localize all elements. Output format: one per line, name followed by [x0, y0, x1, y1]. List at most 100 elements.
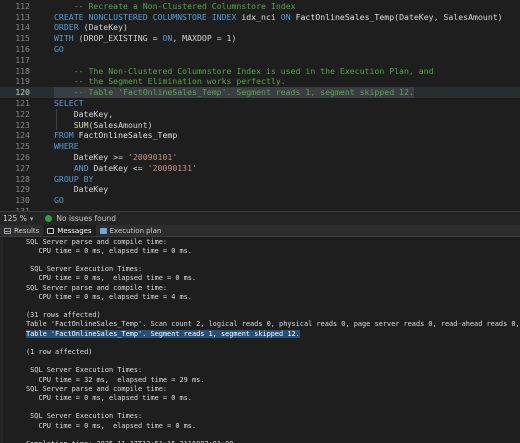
code-text: DateKey >= '20090101' [54, 152, 178, 163]
tab-results[interactable]: Results [0, 225, 43, 236]
message-line: CPU time = 0 ms, elapsed time = 0 ms. [26, 246, 520, 255]
code-token: DateKey <= [93, 162, 148, 173]
code-editor[interactable]: 112 -- Recreate a Non-Clustered Columnst… [0, 0, 520, 211]
line-number: 114 [15, 22, 30, 33]
code-line[interactable]: 124 FROM FactOnlineSales_Temp [0, 130, 520, 141]
message-line [26, 255, 520, 264]
message-line: SQL Server Execution Times: [26, 366, 520, 375]
message-text: (1 row affected) [26, 347, 93, 356]
tab-execution-plan-label: Execution plan [109, 226, 162, 235]
line-number: 124 [15, 130, 30, 141]
zoom-dropdown[interactable]: 125 % ▾ [3, 214, 33, 223]
code-line[interactable]: 116 GO [0, 44, 520, 55]
grid-icon [4, 227, 11, 234]
code-token: (SalesAmount) [88, 119, 153, 130]
code-line[interactable]: 121 SELECT [0, 98, 520, 109]
line-number: 130 [15, 195, 30, 206]
line-number: 119 [15, 76, 30, 87]
code-token: DateKey >= [54, 152, 128, 163]
code-line[interactable]: 130 GO [0, 195, 520, 206]
message-text: CPU time = 0 ms, elapsed time = 0 ms. [26, 246, 192, 255]
message-line: SQL Server parse and compile time: [26, 384, 520, 393]
code-line[interactable]: 115 WITH (DROP_EXISTING = ON, MAXDOP = 1) [0, 33, 520, 44]
code-token: -- the Segment Elimination works perfect… [54, 76, 286, 87]
tab-messages[interactable]: Messages [43, 225, 96, 236]
tab-results-label: Results [14, 226, 40, 235]
message-text: SQL Server Execution Times: [26, 265, 143, 274]
line-number: 112 [15, 0, 30, 11]
results-tab-strip: Results Messages Execution plan [0, 225, 520, 237]
code-line[interactable]: 125 WHERE [0, 141, 520, 152]
chevron-down-icon[interactable]: ▾ [30, 215, 34, 223]
issues-indicator[interactable]: No issues found [45, 214, 116, 223]
line-number: 123 [15, 119, 30, 130]
line-number: 122 [15, 108, 30, 119]
issues-label: No issues found [56, 214, 116, 223]
code-line[interactable]: 114 ORDER (DateKey) [0, 22, 520, 33]
message-text: SQL Server Execution Times: [26, 412, 143, 421]
code-token: ORDER [54, 22, 84, 33]
code-text: FROM FactOnlineSales_Temp [54, 130, 177, 141]
code-line[interactable]: 128 GROUP BY [0, 173, 520, 184]
message-line: CPU time = 0 ms, elapsed time = 0 ms. [26, 274, 520, 283]
check-circle-icon [45, 215, 53, 222]
tab-messages-label: Messages [57, 226, 92, 235]
code-line[interactable]: 122 DateKey, [0, 109, 520, 120]
code-line[interactable]: 123 SUM (SalesAmount) [0, 119, 520, 130]
code-token: idx_nci [241, 11, 281, 22]
code-text: SELECT [54, 98, 84, 109]
code-token: FactOnlineSales_Temp [78, 130, 178, 141]
message-text: SQL Server parse and compile time: [26, 237, 168, 246]
message-line [26, 430, 520, 439]
message-text: Table 'FactOnlineSales_Temp'. Scan count… [26, 320, 520, 329]
code-token: ON [280, 11, 296, 22]
message-text: SQL Server Execution Times: [26, 366, 143, 375]
message-line: CPU time = 32 ms, elapsed time = 29 ms. [26, 375, 520, 384]
code-line[interactable]: 120 -- Table 'FactOnlineSales_Temp'. Seg… [0, 86, 520, 98]
code-token: AND [54, 162, 94, 173]
code-line[interactable]: 127 AND DateKey <= '20090131' [0, 163, 520, 174]
code-token: ON [162, 33, 173, 44]
code-text: SUM (SalesAmount) [54, 119, 153, 130]
message-line: SQL Server Execution Times: [26, 412, 520, 421]
message-line: Table 'FactOnlineSales_Temp'. Scan count… [26, 320, 520, 329]
message-line-selected: Table 'FactOnlineSales_Temp'. Segment re… [26, 329, 520, 338]
code-token: -- Recreate a Non-Clustered Columnstore … [54, 0, 296, 11]
code-token: , MAXDOP = 1) [172, 33, 237, 44]
message-line: CPU time = 0 ms, elapsed time = 0 ms. [26, 393, 520, 402]
message-text: SQL Server parse and compile time: [26, 384, 168, 393]
code-line[interactable]: 118 -- The Non-Clustered Columnstore Ind… [0, 65, 520, 76]
code-line[interactable]: 112 -- Recreate a Non-Clustered Columnst… [0, 1, 520, 12]
message-text: CPU time = 32 ms, elapsed time = 29 ms. [26, 375, 205, 384]
messages-pane[interactable]: SQL Server parse and compile time: CPU t… [0, 237, 520, 443]
message-text: (31 rows affected) [26, 311, 101, 320]
code-token: '20090101' [127, 152, 178, 163]
tab-execution-plan[interactable]: Execution plan [96, 225, 166, 236]
code-token: (DROP_EXISTING = [78, 33, 163, 44]
editor-status-bar: 125 % ▾ No issues found [0, 211, 520, 225]
code-line[interactable]: 119 -- the Segment Elimination works per… [0, 76, 520, 87]
zoom-level: 125 % [3, 214, 27, 223]
code-line[interactable]: 113 CREATE NONCLUSTERED COLUMNSTORE INDEX… [0, 11, 520, 22]
code-text: WITH (DROP_EXISTING = ON, MAXDOP = 1) [54, 33, 236, 44]
line-number: 128 [15, 173, 30, 184]
line-number: 125 [15, 141, 30, 152]
code-line[interactable]: 117 [0, 55, 520, 66]
code-line[interactable]: 129 DateKey [0, 184, 520, 195]
code-text: GO [54, 44, 64, 55]
message-line: Completion time: 2025-11-17T12:51:15.211… [26, 439, 520, 443]
messages-icon [47, 227, 55, 234]
code-text: AND DateKey <= '20090131' [54, 163, 197, 174]
code-token: '20090131' [147, 162, 197, 173]
message-line: SQL Server Execution Times: [26, 265, 520, 274]
line-number: 120 [15, 87, 30, 98]
line-number: 126 [15, 152, 30, 163]
code-token: (DateKey, SalesAmount) [394, 11, 503, 22]
code-token: CREATE NONCLUSTERED COLUMNSTORE INDEX [54, 11, 242, 22]
code-token: -- Table 'FactOnlineSales_Temp'. Segment… [54, 87, 414, 98]
line-number: 118 [15, 65, 30, 76]
code-text: CREATE NONCLUSTERED COLUMNSTORE INDEX id… [54, 11, 503, 22]
code-line[interactable]: 126 DateKey >= '20090101' [0, 152, 520, 163]
code-text: WHERE [54, 141, 79, 152]
code-token: FROM [54, 130, 79, 141]
